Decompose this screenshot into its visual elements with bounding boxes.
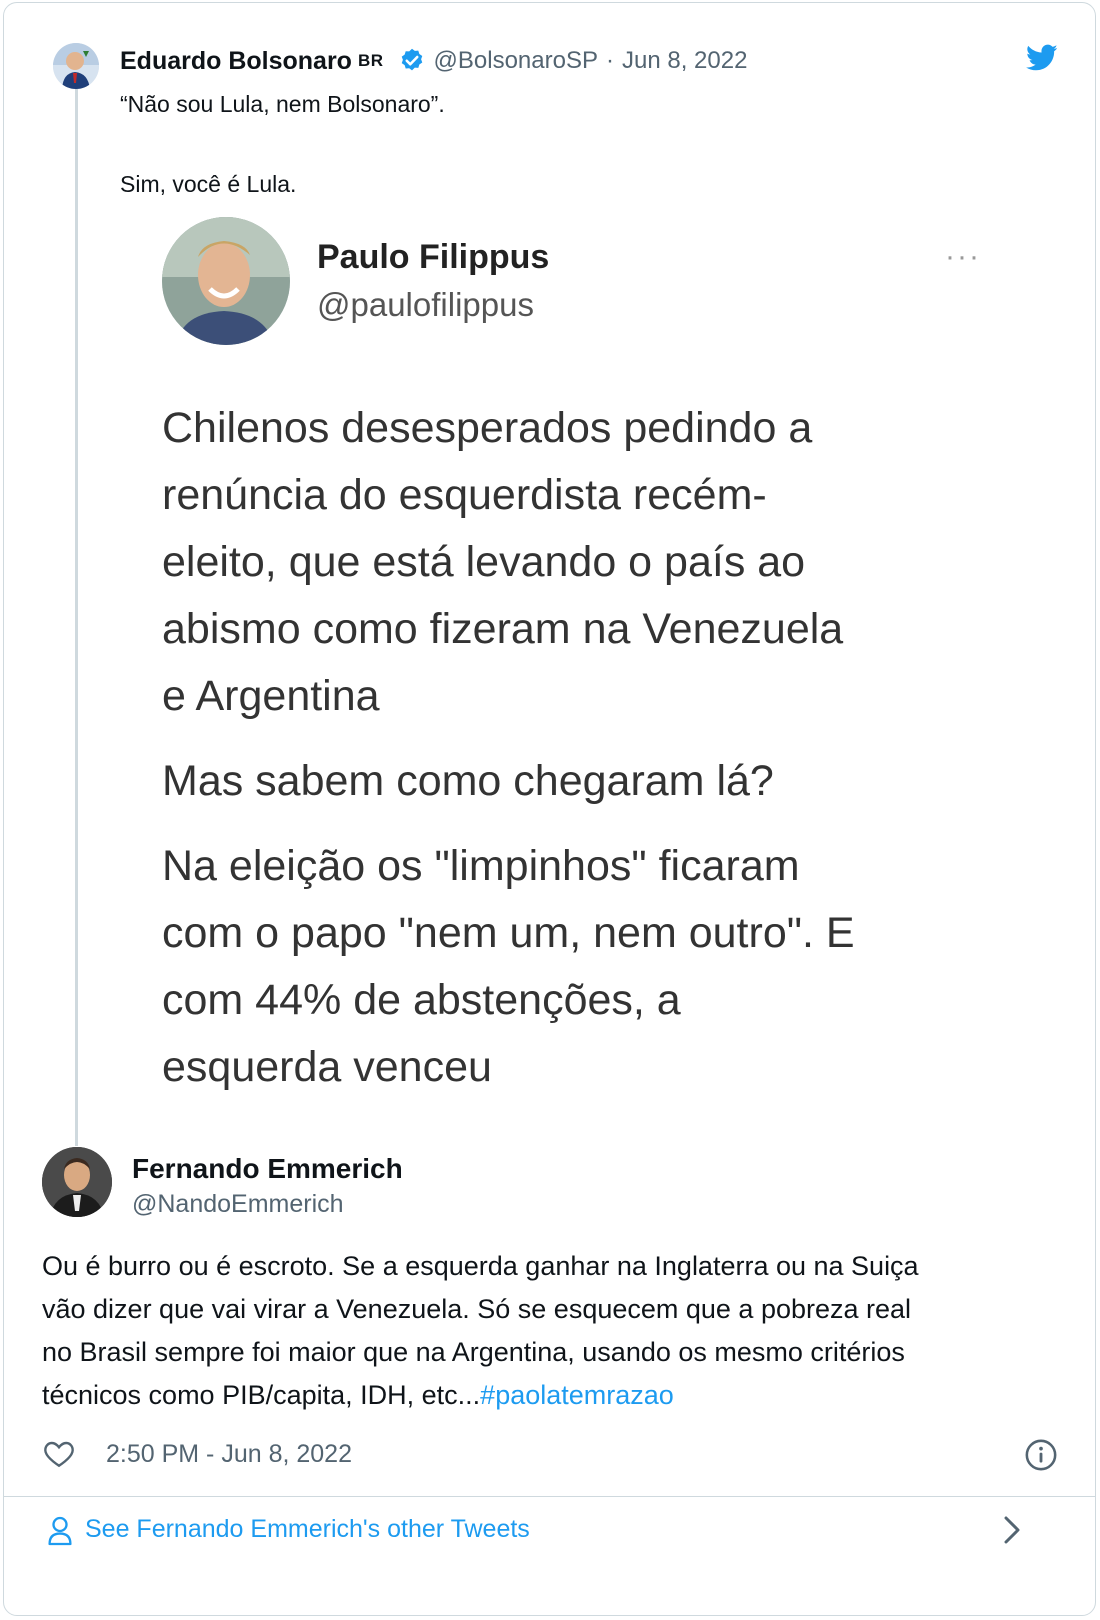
avatar[interactable] [53, 43, 99, 89]
verified-badge-icon [398, 47, 426, 75]
screenshot-text-line: eleito, que está levando o país ao [162, 538, 806, 586]
quoted-tweet-text: “Não sou Lula, nem Bolsonaro”. Sim, você… [120, 84, 445, 204]
chevron-right-icon [1002, 1515, 1022, 1545]
screenshot-text-line: abismo como fizeram na Venezuela [162, 605, 844, 653]
tweet-text-line: Ou é burro ou é escroto. Se a esquerda g… [42, 1251, 919, 1281]
screenshot-author-handle: @paulofilippus [317, 286, 534, 323]
reply-tweet-text: Ou é burro ou é escroto. Se a esquerda g… [42, 1245, 1072, 1417]
screenshot-text-line: esquerda venceu [162, 1043, 492, 1091]
screenshot-text-line: com 44% de abstenções, a [162, 976, 681, 1024]
see-other-tweets-link[interactable]: See Fernando Emmerich's other Tweets [4, 1497, 1095, 1563]
thread-connector-line [75, 86, 78, 1146]
screenshot-paragraph: Mas sabem como chegaram lá? [162, 748, 1042, 815]
tweet-text-line: “Não sou Lula, nem Bolsonaro”. [120, 91, 445, 117]
screenshot-paragraph: Chilenos desesperados pedindo a renúncia… [162, 395, 1042, 730]
screenshot-tweet-body: Chilenos desesperados pedindo a renúncia… [162, 395, 1042, 1101]
heart-icon[interactable] [43, 1438, 75, 1468]
author-name[interactable]: Eduardo Bolsonaro [120, 47, 352, 76]
separator-dot: · [605, 47, 614, 74]
author-handle[interactable]: @BolsonaroSP [434, 47, 598, 75]
see-other-tweets-label[interactable]: See Fernando Emmerich's other Tweets [85, 1515, 530, 1544]
tweet-text-line: Sim, você é Lula. [120, 171, 297, 197]
more-options-icon: ··· [945, 240, 981, 273]
tweet-timestamp[interactable]: 2:50 PM - Jun 8, 2022 [106, 1440, 352, 1469]
screenshot-text-line: Chilenos desesperados pedindo a [162, 404, 813, 452]
screenshot-text-line: Na eleição os "limpinhos" ficaram [162, 842, 800, 890]
screenshot-text-line: Mas sabem como chegaram lá? [162, 757, 774, 805]
embedded-tweet-screenshot[interactable]: Paulo Filippus @paulofilippus ··· Chilen… [110, 200, 1050, 1130]
screenshot-author-name: Paulo Filippus [317, 238, 550, 276]
avatar[interactable] [42, 1147, 112, 1217]
screenshot-paragraph: Na eleição os "limpinhos" ficaram com o … [162, 833, 1042, 1101]
author-flag-label: BR [357, 51, 384, 70]
screenshot-text-line: renúncia do esquerdista recém- [162, 471, 767, 519]
tweet-date[interactable]: Jun 8, 2022 [622, 47, 747, 75]
reply-author-handle[interactable]: @NandoEmmerich [132, 1190, 344, 1219]
hashtag-link[interactable]: #paolatemrazao [480, 1380, 674, 1410]
quoted-tweet-header: Eduardo Bolsonaro BR @BolsonaroSP · Jun … [120, 44, 747, 78]
avatar [162, 217, 290, 345]
tweet-text-line: vão dizer que vai virar a Venezuela. Só … [42, 1294, 912, 1324]
twitter-bird-icon[interactable] [1026, 44, 1058, 72]
screenshot-text-line: com o papo "nem um, nem outro". E [162, 909, 855, 957]
person-icon [47, 1515, 73, 1547]
tweet-text-line: no Brasil sempre foi maior que na Argent… [42, 1337, 905, 1367]
tweet-text-blank-line [120, 124, 445, 164]
tweet-text-line: técnicos como PIB/capita, IDH, etc...#pa… [42, 1374, 1072, 1417]
info-icon[interactable] [1024, 1438, 1058, 1472]
reply-author-name[interactable]: Fernando Emmerich [132, 1153, 403, 1185]
tweet-text-fragment: técnicos como PIB/capita, IDH, etc... [42, 1380, 481, 1410]
screenshot-text-line: e Argentina [162, 672, 380, 720]
